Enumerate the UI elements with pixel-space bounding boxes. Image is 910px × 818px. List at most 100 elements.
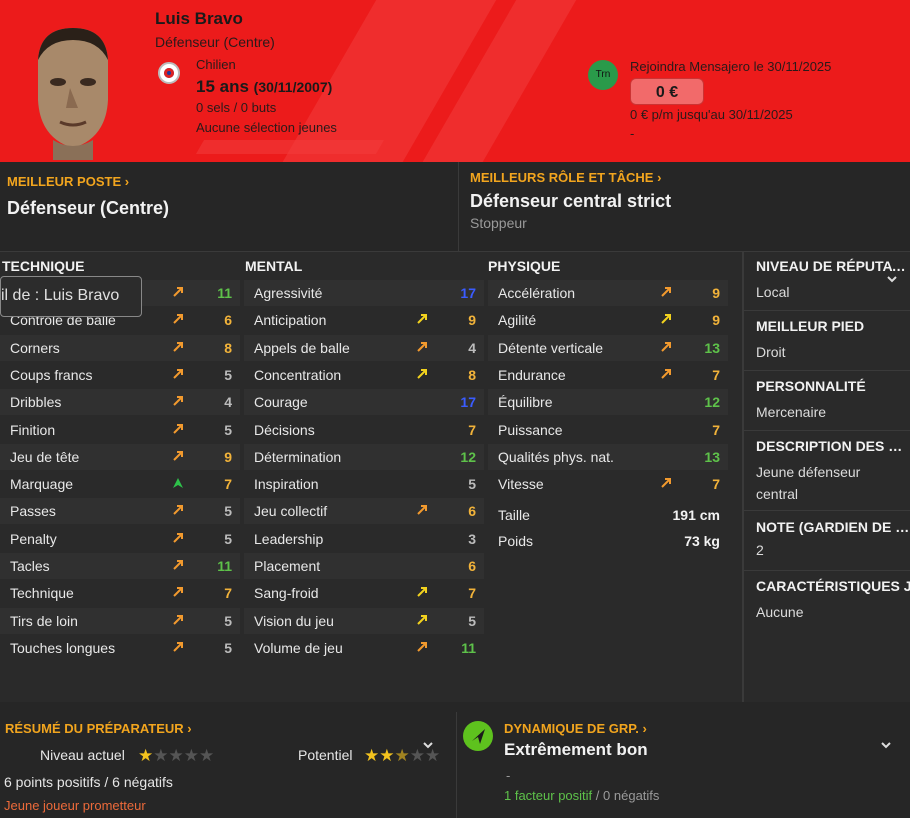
best-role-duty: Stoppeur	[470, 215, 527, 231]
physique-title: PHYSIQUE	[488, 258, 561, 274]
attribute-row[interactable]: Concentration 8	[244, 362, 484, 388]
traits-value: Aucune	[756, 604, 804, 620]
attribute-row[interactable]: Corners 8	[0, 334, 240, 361]
attribute-value: 5	[224, 612, 232, 629]
player-header: Luis Bravo Défenseur (Centre) Chilien 15…	[0, 0, 910, 162]
attribute-label: Vision du jeu	[254, 612, 334, 629]
attribute-row[interactable]: Sang-froid 7	[244, 580, 484, 606]
attribute-label: Agressivité	[254, 285, 323, 301]
player-portrait[interactable]	[18, 20, 128, 160]
attribute-row[interactable]: Volume de jeu 11	[244, 635, 484, 661]
coach-verdict: Jeune joueur prometteur	[4, 798, 146, 813]
attribute-value: 5	[224, 639, 232, 656]
attribute-row[interactable]: Marquage 7	[0, 471, 240, 497]
future-club-text[interactable]: Rejoindra Mensajero le 30/11/2025	[630, 59, 831, 74]
attribute-row[interactable]: Agilité 9	[488, 307, 728, 333]
attribute-value: 7	[224, 585, 232, 602]
attribute-row[interactable]: Technique 7	[0, 580, 240, 606]
attribute-row[interactable]: Passes 5	[0, 498, 240, 525]
attribute-row[interactable]: Courage 17	[244, 389, 484, 416]
attribute-row[interactable]: Puissance 7	[488, 417, 728, 443]
coach-report-link[interactable]: RÉSUMÉ DU PRÉPARATEUR ›	[5, 721, 192, 736]
attribute-value: 5	[224, 503, 232, 520]
attribute-row[interactable]: Équilibre 12	[488, 389, 728, 416]
attribute-row[interactable]: Qualités phys. nat. 13	[488, 443, 728, 470]
star-icon: ★	[138, 746, 154, 765]
attribute-value: 7	[468, 585, 476, 602]
attribute-label: Endurance	[498, 366, 566, 383]
attribute-value: 7	[468, 421, 476, 438]
attribute-label: Courage	[254, 394, 308, 411]
attribute-row[interactable]: Penalty 5	[0, 526, 240, 552]
attribute-value: 17	[460, 285, 476, 301]
traits-block: CARACTÉRISTIQUES JOUEUR Aucune	[756, 578, 910, 623]
attribute-row[interactable]: Placement 6	[244, 553, 484, 579]
attribute-row[interactable]: Détermination 12	[244, 443, 484, 470]
attribute-row[interactable]: Finition 5	[0, 417, 240, 443]
foot-value: Droit	[756, 344, 786, 360]
team-dynamics-link[interactable]: DYNAMIQUE DE GRP. ›	[504, 721, 647, 736]
attribute-row[interactable]: Accélération 9	[488, 280, 728, 306]
current-ability-label: Niveau actuel	[40, 747, 125, 763]
attribute-row[interactable]: Jeu de tête 9	[0, 443, 240, 470]
attribute-row[interactable]: Appels de balle 4	[244, 334, 484, 361]
attribute-row[interactable]: Inspiration 5	[244, 471, 484, 497]
positive-factors[interactable]: 1 facteur positif	[504, 788, 592, 803]
attribute-value: 7	[712, 476, 720, 493]
attribute-label: Technique	[10, 585, 74, 602]
star-icon: ★	[168, 746, 184, 765]
attribute-row[interactable]: Tacles 11	[0, 553, 240, 579]
chile-flag-icon[interactable]	[158, 62, 180, 84]
attribute-row[interactable]: Jeu collectif 6	[244, 498, 484, 525]
attribute-label: Détente verticale	[498, 339, 604, 356]
attribute-row[interactable]: Leadership 3	[244, 526, 484, 552]
attribute-row[interactable]: Vitesse 7	[488, 471, 728, 497]
attribute-value: 12	[460, 448, 476, 465]
attribute-row[interactable]: Endurance 7	[488, 362, 728, 388]
attribute-value: 5	[468, 612, 476, 629]
date-of-birth: (30/11/2007)	[253, 79, 333, 95]
chevron-down-icon[interactable]	[879, 738, 893, 752]
attribute-label: Leadership	[254, 530, 324, 547]
club-badge-icon[interactable]: Trn	[588, 60, 618, 90]
trend-arrow-icon	[417, 341, 427, 352]
attribute-label: Anticipation	[254, 312, 327, 329]
attribute-label: Décisions	[254, 421, 315, 438]
trend-arrow-icon	[173, 560, 183, 570]
attribute-row[interactable]: Dribbles 4	[0, 389, 240, 416]
player-nationality[interactable]: Chilien	[196, 57, 236, 72]
attribute-row[interactable]: Anticipation 9	[244, 307, 484, 333]
trend-arrow-icon	[173, 314, 183, 325]
trend-arrow-icon	[417, 368, 427, 379]
attribute-row[interactable]: Vision du jeu 5	[244, 607, 484, 634]
attribute-label: Accélération	[498, 285, 576, 301]
attribute-value: 3	[468, 530, 476, 547]
separator	[744, 510, 910, 511]
height-label: Taille	[498, 507, 530, 523]
transfer-fee-badge[interactable]: 0 €	[630, 78, 704, 105]
best-position-link[interactable]: MEILLEUR POSTE ›	[7, 174, 129, 189]
attribute-row[interactable]: Agressivité 17	[244, 280, 484, 306]
coach-report-title: RÉSUMÉ DU PRÉPARATEUR	[5, 721, 184, 736]
attribute-row[interactable]: Tirs de loin 5	[0, 607, 240, 634]
attribute-row[interactable]: Décisions 7	[244, 417, 484, 443]
best-role-link[interactable]: MEILLEURS RÔLE ET TÂCHE ›	[470, 170, 661, 185]
attribute-label: Touches longues	[10, 639, 116, 656]
chevron-right-icon: ›	[657, 170, 662, 185]
trend-arrow-icon	[173, 532, 183, 543]
chevron-down-icon[interactable]	[421, 738, 435, 752]
attribute-value: 9	[712, 312, 720, 329]
media-description-title: DESCRIPTION DES MÉDIAS	[756, 438, 910, 454]
attribute-row[interactable]: Coups francs 5	[0, 362, 240, 388]
chevron-down-icon[interactable]	[885, 272, 899, 286]
gk-rating-title: NOTE (GARDIEN DE BUT)	[756, 519, 910, 535]
attribute-label: Marquage	[10, 476, 74, 493]
attribute-value: 11	[461, 639, 476, 656]
trend-arrow-icon	[173, 396, 183, 406]
player-tooltip: il de : Luis Bravo	[0, 276, 142, 317]
attribute-value: 9	[224, 448, 232, 465]
attribute-row[interactable]: Détente verticale 13	[488, 334, 728, 361]
trend-arrow-icon	[173, 614, 183, 625]
attribute-row[interactable]: Touches longues 5	[0, 635, 240, 661]
negative-factors[interactable]: 0 négatifs	[603, 788, 659, 803]
